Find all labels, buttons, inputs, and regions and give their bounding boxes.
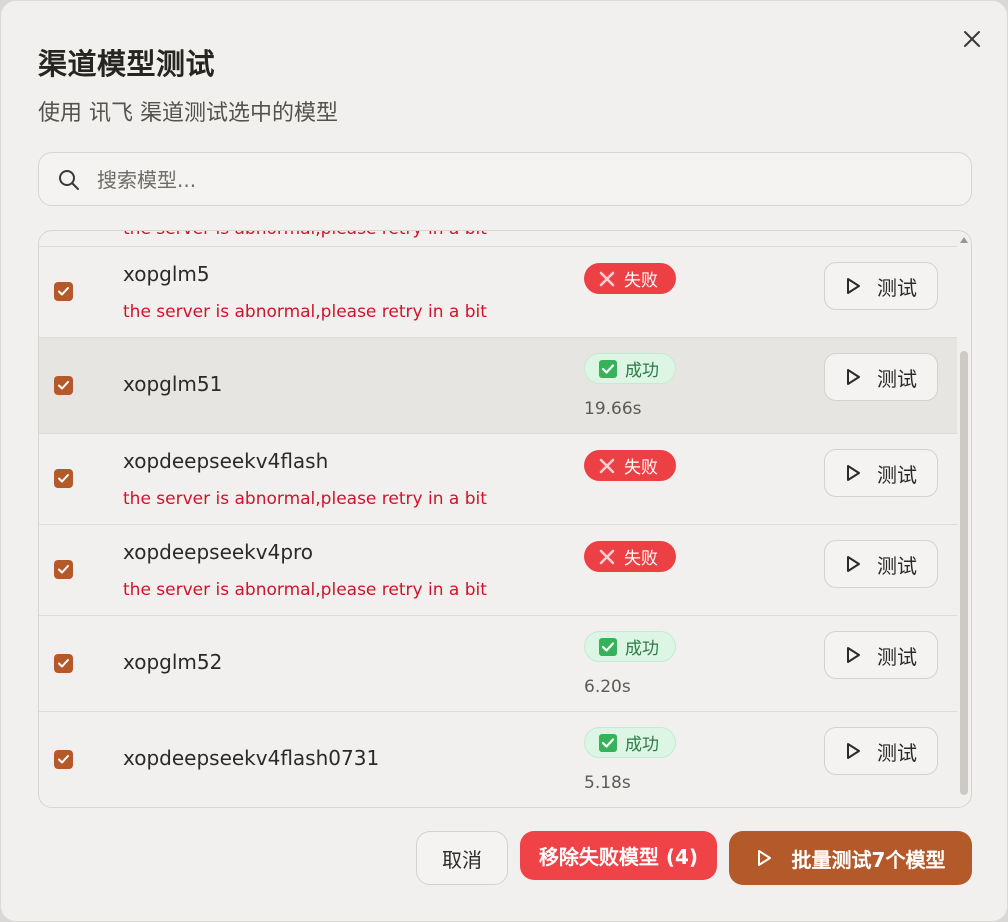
test-button[interactable]: 测试 xyxy=(824,262,938,310)
row-checkbox[interactable] xyxy=(54,560,73,579)
response-time: 19.66s xyxy=(584,399,642,419)
cross-icon xyxy=(598,457,616,475)
test-button[interactable]: 测试 xyxy=(824,540,938,588)
list-item: xopdeepseekv4flash0731 成功 5.18s 测试 xyxy=(39,712,957,807)
status-badge: 成功 xyxy=(584,353,676,384)
cancel-button[interactable]: 取消 xyxy=(416,831,508,885)
response-time: 6.20s xyxy=(584,677,631,697)
error-message: the server is abnormal,please retry in a… xyxy=(123,580,487,600)
test-button[interactable]: 测试 xyxy=(824,449,938,497)
batch-test-button[interactable]: 批量测试7个模型 xyxy=(729,831,972,885)
test-button-label: 测试 xyxy=(877,462,917,487)
play-icon xyxy=(845,368,863,386)
checkmark-icon xyxy=(58,565,69,574)
test-button[interactable]: 测试 xyxy=(824,727,938,775)
model-name: xopdeepseekv4flash0731 xyxy=(123,746,380,770)
row-checkbox[interactable] xyxy=(54,750,73,769)
row-checkbox[interactable] xyxy=(54,376,73,395)
row-checkbox[interactable] xyxy=(54,282,73,301)
status-label: 成功 xyxy=(625,361,659,381)
list-item: xopglm52 成功 6.20s 测试 xyxy=(39,616,957,712)
check-square-icon xyxy=(599,733,617,752)
cross-icon xyxy=(598,270,616,288)
status-badge: 失败 xyxy=(584,450,676,481)
model-name: xopglm52 xyxy=(123,650,223,674)
cross-icon xyxy=(598,548,616,566)
dialog-subtitle: 使用 讯飞 渠道测试选中的模型 xyxy=(38,101,338,126)
dialog-title: 渠道模型测试 xyxy=(38,47,216,81)
test-button-label: 测试 xyxy=(877,275,917,300)
status-badge: 成功 xyxy=(584,727,676,758)
response-time: 5.18s xyxy=(584,773,631,793)
test-button-label: 测试 xyxy=(877,553,917,578)
checkmark-icon xyxy=(58,381,69,390)
test-button-label: 测试 xyxy=(877,366,917,391)
status-label: 失败 xyxy=(624,458,658,478)
check-square-icon xyxy=(599,637,617,656)
checkmark-icon xyxy=(58,755,69,764)
search-input[interactable] xyxy=(97,161,957,199)
model-name: xopdeepseekv4pro xyxy=(123,540,314,564)
model-name: xopglm51 xyxy=(123,372,223,396)
status-badge: 成功 xyxy=(584,631,676,662)
play-icon xyxy=(756,849,774,867)
status-label: 失败 xyxy=(624,549,658,569)
test-button[interactable]: 测试 xyxy=(824,353,938,401)
test-button-label: 测试 xyxy=(877,644,917,669)
check-square-icon xyxy=(599,359,617,378)
model-test-dialog: 渠道模型测试 使用 讯飞 渠道测试选中的模型 the server is abn… xyxy=(0,0,1008,922)
error-message: the server is abnormal,please retry in a… xyxy=(123,302,487,322)
status-label: 成功 xyxy=(625,639,659,659)
test-button[interactable]: 测试 xyxy=(824,631,938,679)
list-item-partial: the server is abnormal,please retry in a… xyxy=(39,231,957,247)
list-item: xopglm5 the server is abnormal,please re… xyxy=(39,247,957,338)
batch-test-label: 批量测试7个模型 xyxy=(791,847,946,872)
play-icon xyxy=(845,742,863,760)
status-label: 成功 xyxy=(625,735,659,755)
scrollbar-thumb[interactable] xyxy=(960,351,968,795)
status-label: 失败 xyxy=(624,271,658,291)
play-icon xyxy=(845,646,863,664)
play-icon xyxy=(845,277,863,295)
row-checkbox[interactable] xyxy=(54,654,73,673)
status-badge: 失败 xyxy=(584,541,676,572)
checkmark-icon xyxy=(58,659,69,668)
list-item: xopdeepseekv4pro the server is abnormal,… xyxy=(39,525,957,616)
model-name: xopdeepseekv4flash xyxy=(123,449,329,473)
play-icon xyxy=(845,464,863,482)
remove-failed-models-button[interactable]: 移除失败模型 (4) xyxy=(520,831,717,880)
close-icon xyxy=(964,31,980,47)
error-message-partial: the server is abnormal,please retry in a… xyxy=(123,231,487,239)
close-button[interactable] xyxy=(958,25,986,53)
error-message: the server is abnormal,please retry in a… xyxy=(123,489,487,509)
checkmark-icon xyxy=(58,287,69,296)
checkmark-icon xyxy=(58,474,69,483)
test-button-label: 测试 xyxy=(877,740,917,765)
model-name: xopglm5 xyxy=(123,262,210,286)
search-box xyxy=(38,152,972,206)
scrollbar[interactable] xyxy=(959,237,969,803)
list-item: xopglm51 成功 19.66s 测试 xyxy=(39,338,957,434)
play-icon xyxy=(845,555,863,573)
search-icon xyxy=(59,170,79,190)
model-list: the server is abnormal,please retry in a… xyxy=(38,230,972,808)
status-badge: 失败 xyxy=(584,263,676,294)
scroll-up-arrow-icon[interactable] xyxy=(960,237,968,243)
list-item: xopdeepseekv4flash the server is abnorma… xyxy=(39,434,957,525)
row-checkbox[interactable] xyxy=(54,469,73,488)
